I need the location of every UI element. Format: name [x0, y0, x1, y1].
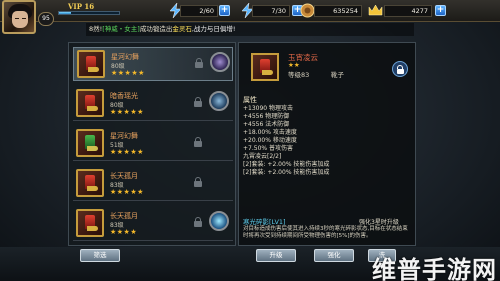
item-stars: ★★★★★ [110, 108, 144, 116]
set-bonus-line: [2]套装: +2.00% 技能伤害加成 [243, 161, 330, 168]
stamina-resource: 2/60 + [168, 3, 248, 18]
unlock-icon[interactable] [392, 61, 408, 77]
announcement-item: 金灵石 [172, 25, 192, 33]
filter-button[interactable]: 筛选 [80, 249, 120, 262]
add-stamina-button[interactable]: + [219, 5, 230, 16]
stamina-value: 2/60 [180, 5, 218, 17]
boots-icon [76, 89, 104, 117]
announcement-marquee: 8然![神威・女主]成功锻造出金灵石,战力与日俱增! [86, 23, 414, 36]
skill-title: 寒光碎影[LV1] [243, 218, 286, 226]
equipment-list: 星河幻舞 80级 ★★★★★ 暗香瑶光 80级 ★★★★★ 星河幻舞 51级 ★… [68, 42, 236, 246]
lock-icon[interactable] [194, 217, 202, 227]
item-stars: ★★★★★ [111, 69, 145, 77]
gem-socket-icon[interactable] [209, 211, 229, 231]
announcement-player: [神威・女主] [102, 25, 140, 33]
boots-icon [76, 169, 104, 197]
attribute-line: +13090 物理攻击 [243, 105, 294, 112]
gem-socket-icon[interactable] [209, 91, 229, 111]
list-item[interactable]: 星河幻舞 51级 ★★★★★ [73, 127, 233, 161]
attribute-line: +4556 法术防御 [243, 121, 290, 128]
strengthen-button[interactable]: 强化 [314, 249, 354, 262]
boots-icon [76, 209, 104, 237]
item-stars: ★★★★ [110, 228, 138, 236]
list-item[interactable]: 长天孤月 83级 ★★★★★ [73, 167, 233, 201]
boots-icon [251, 53, 279, 81]
detail-level: 等级83 [288, 71, 310, 79]
add-gems-button[interactable]: + [435, 5, 446, 16]
player-level: 95 [38, 12, 54, 26]
attributes-section: 属性 +13090 物理攻击 +4556 物理防御 +4556 法术防御 +18… [243, 95, 329, 177]
attribute-line: +4556 物理防御 [243, 113, 290, 120]
strengthen-hint: 强化3星时升级 [359, 219, 399, 226]
announcement-text: 成功锻造出 [139, 25, 173, 33]
exp-bar [58, 11, 120, 15]
lock-icon[interactable] [194, 97, 202, 107]
set-bonus-line: [2]套装: +2.00% 技能伤害加成 [243, 169, 330, 176]
announcement-suffix: ,战力与日俱增! [191, 25, 236, 33]
player-avatar[interactable] [2, 0, 36, 34]
gem-socket-icon[interactable] [210, 52, 230, 72]
detail-type: 靴子 [331, 71, 344, 79]
skill-description: 对目标造成伤害后使其进入持续3秒的寒光碎影状态,目标在状态结束时将再次受到持续期… [243, 226, 408, 239]
gem-value: 4277 [384, 5, 432, 17]
gem-resource: 4277 + [368, 3, 448, 17]
lock-icon[interactable] [194, 137, 202, 147]
attributes-heading: 属性 [243, 96, 257, 104]
crown-icon [368, 4, 383, 16]
item-stars: ★★★★★ [110, 148, 144, 156]
boots-icon [77, 50, 105, 78]
attribute-line: +20.00% 移动速度 [243, 137, 297, 144]
list-item[interactable]: 暗香瑶光 80级 ★★★★★ [73, 87, 233, 121]
watermark: 维普手游网 [372, 256, 497, 281]
announcement-prefix: 8然! [89, 25, 103, 33]
upgrade-button[interactable]: 升级 [256, 249, 296, 262]
list-item[interactable]: 星河幻舞 80级 ★★★★★ [73, 47, 233, 81]
lock-icon[interactable] [194, 177, 202, 187]
boots-icon [76, 129, 104, 157]
energy-value: 7/30 [252, 5, 290, 17]
detail-stars: ★★ [288, 61, 300, 69]
attribute-line: +7.50% 普攻伤害 [243, 145, 293, 152]
vip-badge[interactable]: VIP 16 [68, 2, 94, 11]
attribute-line: +18.00% 攻击速度 [243, 129, 297, 136]
lock-icon[interactable] [195, 58, 203, 68]
coin-icon [300, 3, 315, 18]
equipment-detail-panel: 玉宵凌云 ★★ 等级83 靴子 属性 +13090 物理攻击 +4556 物理防… [238, 42, 416, 246]
set-bonus-title: 九霄凌云[2/2] [243, 153, 282, 160]
coin-value: 635254 [314, 5, 362, 17]
list-item[interactable]: 长天孤月 83级 ★★★★ [73, 207, 233, 241]
item-stars: ★★★★★ [110, 188, 144, 196]
top-bar: 95 VIP 16 2/60 + 7/30 + 635254 4277 + [0, 0, 500, 34]
